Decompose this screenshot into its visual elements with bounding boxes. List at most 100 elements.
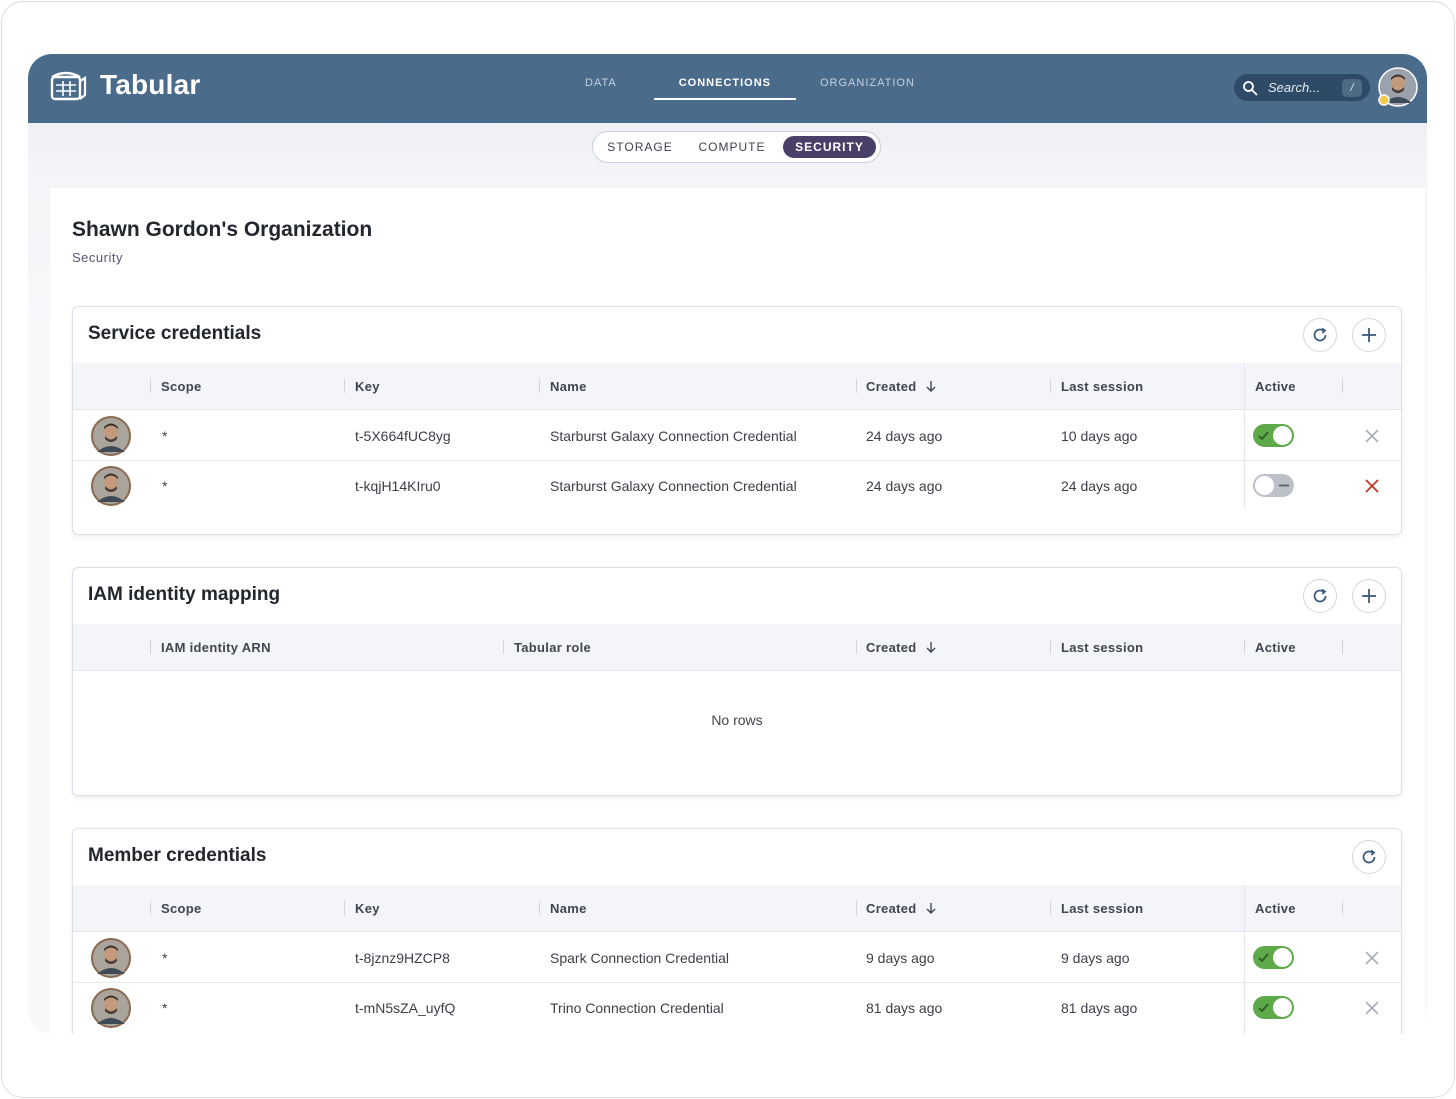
column-header-created[interactable]: Created [866,363,937,410]
plus-icon [1362,589,1376,603]
column-header-created-label: Created [866,901,917,916]
column-header-active[interactable]: Active [1255,885,1296,932]
delete-icon[interactable] [1363,999,1381,1017]
toggle-knob [1273,426,1292,445]
column-separator [1342,901,1343,915]
active-toggle[interactable] [1253,474,1294,497]
column-header-name[interactable]: Name [550,885,587,932]
tab-compute[interactable]: COMPUTE [697,136,767,158]
delete-icon[interactable] [1363,949,1381,967]
cell-key: t-kqjH14KIru0 [355,478,441,494]
refresh-button[interactable] [1352,840,1386,874]
table-row[interactable]: * t-8jznz9HZCP8 Spark Connection Credent… [73,933,1401,983]
tabular-logo-icon [50,71,87,101]
nav-item-data[interactable]: DATA [568,54,654,123]
app-window: Tabular DATA CONNECTIONS ORGANIZATION Se… [28,54,1427,1034]
cell-key: t-5X664fUC8yg [355,428,451,444]
column-separator [856,640,857,654]
delete-icon[interactable] [1363,477,1381,495]
table-header: Scope Key Name Created Last session Acti… [73,885,1401,932]
column-separator [1050,901,1051,915]
table-row[interactable]: * t-kqjH14KIru0 Starburst Galaxy Connect… [73,461,1401,511]
table-row[interactable]: * t-5X664fUC8yg Starburst Galaxy Connect… [73,411,1401,461]
column-header-last-session[interactable]: Last session [1061,363,1143,410]
sort-descending-icon [926,642,936,653]
column-separator [1342,379,1343,393]
refresh-button[interactable] [1303,579,1337,613]
column-header-created[interactable]: Created [866,885,937,932]
cell-name: Trino Connection Credential [550,1000,724,1016]
cell-name: Starburst Galaxy Connection Credential [550,478,797,494]
delete-icon[interactable] [1363,427,1381,445]
toggle-knob [1255,476,1274,495]
table-row[interactable]: * t-mN5sZA_uyfQ Trino Connection Credent… [73,983,1401,1033]
search-placeholder[interactable]: Search... [1268,80,1342,95]
main-nav: DATA CONNECTIONS ORGANIZATION [568,54,932,123]
active-toggle[interactable] [1253,424,1294,447]
nav-item-organization[interactable]: ORGANIZATION [796,54,932,123]
cell-name: Starburst Galaxy Connection Credential [550,428,797,444]
service-credentials-card: Service credentials Scope Key Name Creat… [72,306,1402,535]
connection-type-tabs: STORAGE COMPUTE SECURITY [592,131,881,163]
cell-scope: * [162,428,168,444]
cell-created: 9 days ago [866,950,935,966]
sort-descending-icon [926,903,936,914]
column-header-active[interactable]: Active [1255,363,1296,410]
column-header-name[interactable]: Name [550,363,587,410]
plus-icon [1362,328,1376,342]
check-icon [1258,953,1269,963]
toggle-knob [1273,998,1292,1017]
refresh-button[interactable] [1303,318,1337,352]
cell-key: t-8jznz9HZCP8 [355,950,450,966]
cell-created: 24 days ago [866,428,943,444]
column-header-last-session[interactable]: Last session [1061,624,1143,671]
card-title: Member credentials [88,845,267,866]
column-header-active[interactable]: Active [1255,624,1296,671]
check-icon [1258,431,1269,441]
column-separator [856,901,857,915]
column-header-scope[interactable]: Scope [161,885,202,932]
column-header-key[interactable]: Key [355,885,380,932]
column-separator [1342,640,1343,654]
toggle-knob [1273,948,1292,967]
add-button[interactable] [1352,318,1386,352]
search-shortcut-hint: / [1342,78,1362,97]
check-icon [1258,1003,1269,1013]
column-header-iam-arn[interactable]: IAM identity ARN [161,624,271,671]
column-header-last-session[interactable]: Last session [1061,885,1143,932]
refresh-icon [1313,327,1327,342]
column-header-key[interactable]: Key [355,363,380,410]
cell-name: Spark Connection Credential [550,950,729,966]
cell-scope: * [162,950,168,966]
tab-security[interactable]: SECURITY [783,136,876,158]
cell-last-session: 81 days ago [1061,1000,1138,1016]
user-avatar-icon[interactable] [1378,67,1418,107]
column-header-tabular-role[interactable]: Tabular role [514,624,591,671]
dash-icon [1279,484,1289,487]
active-toggle[interactable] [1253,946,1294,969]
top-bar: Tabular DATA CONNECTIONS ORGANIZATION Se… [28,54,1427,123]
tab-storage[interactable]: STORAGE [605,136,675,158]
active-toggle[interactable] [1253,996,1294,1019]
column-separator [539,379,540,393]
logo[interactable]: Tabular [48,65,200,105]
column-separator [150,640,151,654]
card-title: IAM identity mapping [88,584,281,605]
add-button[interactable] [1352,579,1386,613]
cell-last-session: 9 days ago [1061,950,1130,966]
nav-item-connections[interactable]: CONNECTIONS [653,54,797,123]
table-header: Scope Key Name Created Last session Acti… [73,363,1401,410]
column-separator [344,379,345,393]
owner-avatar-icon [91,988,131,1028]
app-name: Tabular [100,69,201,100]
cell-scope: * [162,478,168,494]
iam-identity-mapping-card: IAM identity mapping IAM identity ARN Ta… [72,567,1402,796]
column-header-scope[interactable]: Scope [161,363,202,410]
search-box[interactable]: Search... / [1234,74,1370,101]
column-header-created[interactable]: Created [866,624,937,671]
refresh-icon [1313,588,1327,603]
cell-created: 81 days ago [866,1000,943,1016]
column-header-created-label: Created [866,640,917,655]
column-separator [1050,379,1051,393]
column-separator [344,901,345,915]
